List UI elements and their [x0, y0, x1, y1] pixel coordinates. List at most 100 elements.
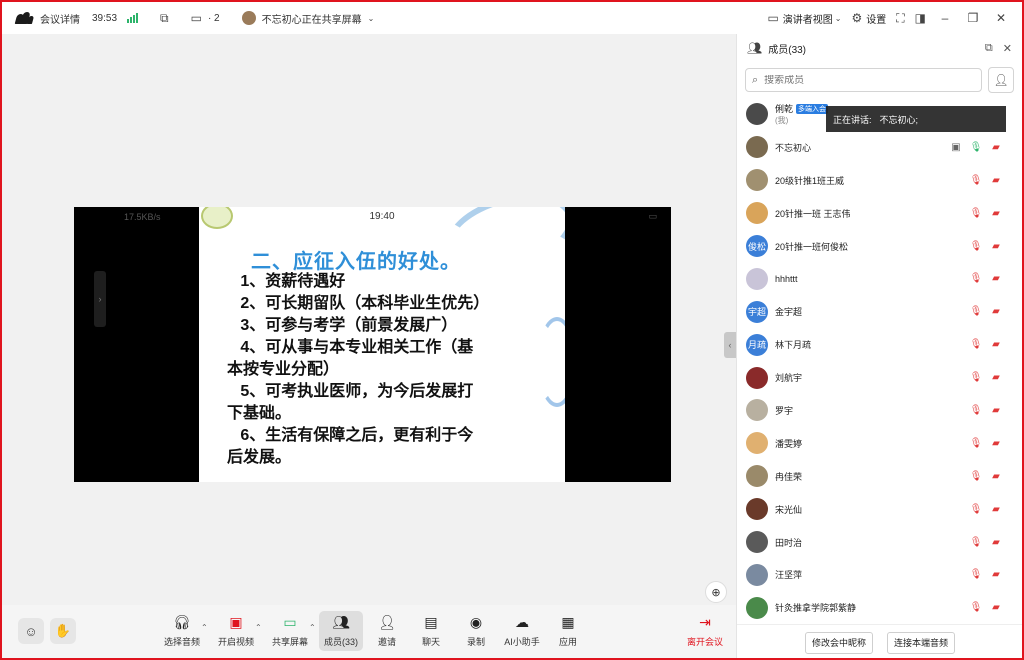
slide-line: 1、资薪待遇好 [227, 273, 346, 290]
camera-off-icon[interactable]: ▰ [989, 602, 1003, 613]
collapse-panel-handle[interactable]: ‹ [724, 332, 736, 358]
fullscreen-icon[interactable]: ⛶ [896, 11, 904, 26]
member-row[interactable]: 20级针推1班王威 🎙︎ ▰ [737, 164, 1022, 197]
member-name-block: 林下月疏 [775, 338, 811, 351]
mic-off-icon[interactable]: 🎙︎ [969, 175, 983, 186]
mic-off-icon[interactable]: 🎙︎ [969, 339, 983, 350]
mic-off-icon[interactable]: 🎙︎ [969, 537, 983, 548]
camera-off-icon[interactable]: ▰ [989, 504, 1003, 515]
member-row[interactable]: 宇超 金宇超 🎙︎ ▰ [737, 295, 1022, 328]
mic-off-icon[interactable]: 🎙︎ [969, 208, 983, 219]
mic-off-icon[interactable]: 🎙︎ [969, 405, 983, 416]
member-row[interactable]: 20针推一班 王志伟 🎙︎ ▰ [737, 197, 1022, 230]
mic-on-icon[interactable]: 🎙︎ [969, 142, 983, 153]
chevron-down-icon[interactable]: ⌄ [368, 14, 375, 23]
external-window-icon[interactable]: ⧉ [160, 11, 169, 26]
start-video-button[interactable]: ▣ 开启视频 [211, 611, 261, 651]
member-row[interactable]: 俊松 20针推一班何俊松 🎙︎ ▰ [737, 230, 1022, 263]
mic-off-icon[interactable]: 🎙︎ [969, 569, 983, 580]
sidebar-toggle-icon[interactable]: ◨ [915, 11, 926, 25]
member-row[interactable]: 不忘初心 ▣ 🎙︎ ▰ [737, 131, 1022, 164]
mic-off-icon[interactable]: 🎙︎ [969, 602, 983, 613]
mic-off-icon[interactable]: 🎙︎ [969, 471, 983, 482]
camera-off-icon[interactable]: ▰ [989, 241, 1003, 252]
camera-off-icon[interactable]: ▰ [989, 569, 1003, 580]
connect-audio-button[interactable]: 连接本端音频 [887, 631, 956, 654]
invite-button[interactable]: 👤︎ 邀请 [362, 611, 412, 651]
restore-button[interactable]: ❐ [964, 11, 982, 25]
member-row[interactable]: hhhttt 🎙︎ ▰ [737, 262, 1022, 295]
apps-button[interactable]: ▦ 应用 [543, 611, 593, 651]
camera-off-icon[interactable]: ▰ [989, 273, 1003, 284]
network-signal-icon[interactable] [127, 13, 139, 23]
camera-off-icon[interactable]: ▰ [989, 339, 1003, 350]
members-button[interactable]: 👥︎ 成员(33) [319, 611, 363, 651]
rename-button[interactable]: 修改会中昵称 [804, 631, 873, 654]
presenter-view-button[interactable]: 演讲者视图 [783, 11, 833, 26]
member-name-block: 潘雯婷 [775, 437, 802, 450]
slide-line: 下基础。 [227, 405, 292, 422]
minimize-button[interactable]: – [936, 11, 954, 25]
settings-button[interactable]: 设置 [866, 11, 886, 26]
leave-meeting-button[interactable]: ⇥ 离开会议 [680, 611, 730, 651]
record-button[interactable]: ◉ 录制 [451, 611, 501, 651]
select-audio-button[interactable]: 🎧︎ 选择音频 [157, 611, 207, 651]
mic-off-icon[interactable]: 🎙︎ [969, 372, 983, 383]
member-status-icons: 🎙︎ ▰ [969, 602, 1003, 613]
member-row[interactable]: 潘雯婷 🎙︎ ▰ [737, 427, 1022, 460]
camera-off-icon[interactable]: ▰ [989, 438, 1003, 449]
camera-off-icon[interactable]: ▰ [989, 471, 1003, 482]
camera-off-icon[interactable]: ▰ [989, 537, 1003, 548]
member-row[interactable]: 月疏 林下月疏 🎙︎ ▰ [737, 328, 1022, 361]
mic-off-icon[interactable]: 🎙︎ [969, 273, 983, 284]
camera-off-icon[interactable]: ▰ [989, 306, 1003, 317]
mic-off-icon[interactable]: 🎙︎ [969, 438, 983, 449]
zoom-in-icon[interactable]: ⊕ [705, 581, 727, 603]
popout-icon[interactable]: ⧉ [985, 42, 993, 55]
chat-button[interactable]: ▤ 聊天 [406, 611, 456, 651]
raise-hand-button[interactable]: ✋ [50, 618, 76, 644]
members-panel-footer: 修改会中昵称 连接本端音频 [737, 624, 1022, 658]
camera-off-icon[interactable]: ▰ [989, 175, 1003, 186]
slide-line: 后发展。 [227, 449, 292, 466]
tencent-meeting-logo [14, 12, 35, 24]
slide-line: 5、可考执业医师，为今后发展打 [227, 383, 474, 400]
start-video-label: 开启视频 [217, 637, 254, 647]
camera-off-icon[interactable]: ▰ [989, 208, 1003, 219]
expand-handle[interactable]: › [94, 271, 106, 327]
invite-member-button[interactable]: 👤︎ [988, 67, 1014, 93]
member-search-input[interactable] [764, 74, 945, 86]
close-window-button[interactable]: ✕ [992, 11, 1010, 25]
emoji-reaction-button[interactable]: ☺ [18, 618, 44, 644]
screen-share-icon[interactable]: ▣ [949, 142, 963, 153]
member-row[interactable]: 田时治 🎙︎ ▰ [737, 526, 1022, 559]
mic-off-icon[interactable]: 🎙︎ [969, 306, 983, 317]
member-row[interactable]: 冉佳荣 🎙︎ ▰ [737, 460, 1022, 493]
devices-icon[interactable]: ▭ [191, 11, 202, 25]
mic-off-icon[interactable]: 🎙︎ [969, 504, 983, 515]
mic-off-icon[interactable]: 🎙︎ [969, 241, 983, 252]
chevron-up-icon[interactable]: ⌃ [255, 623, 262, 632]
member-row[interactable]: 罗宇 🎙︎ ▰ [737, 394, 1022, 427]
member-search-box[interactable]: ⌕ [745, 68, 982, 92]
camera-off-icon[interactable]: ▰ [989, 142, 1003, 153]
sharer-status[interactable]: 不忘初心正在共享屏幕 [262, 11, 362, 26]
member-row[interactable]: 宋光仙 🎙︎ ▰ [737, 493, 1022, 526]
member-row[interactable]: 汪坚萍 🎙︎ ▰ [737, 558, 1022, 591]
device-count[interactable]: · 2 [208, 13, 220, 24]
camera-off-icon[interactable]: ▰ [989, 372, 1003, 383]
presenter-view-icon[interactable]: ▭ [767, 11, 778, 25]
record-label: 录制 [466, 637, 485, 647]
meeting-info-link[interactable]: 会议详情 [40, 11, 80, 26]
close-icon[interactable]: ✕ [1003, 42, 1012, 55]
camera-off-icon[interactable]: ▰ [989, 405, 1003, 416]
member-row[interactable]: 针灸推拿学院郭紫静 🎙︎ ▰ [737, 591, 1022, 624]
chevron-up-icon[interactable]: ⌃ [201, 623, 208, 632]
member-row[interactable]: 刘航宇 🎙︎ ▰ [737, 361, 1022, 394]
share-screen-button[interactable]: ▭ 共享屏幕 [265, 611, 315, 651]
gear-icon[interactable]: ⚙ [851, 11, 862, 25]
member-name-block: 不忘初心 [775, 141, 811, 154]
chevron-up-icon[interactable]: ⌃ [309, 623, 316, 632]
ai-assistant-button[interactable]: ☁ AI小助手 [497, 611, 547, 651]
chevron-down-icon[interactable]: ⌄ [835, 14, 842, 23]
